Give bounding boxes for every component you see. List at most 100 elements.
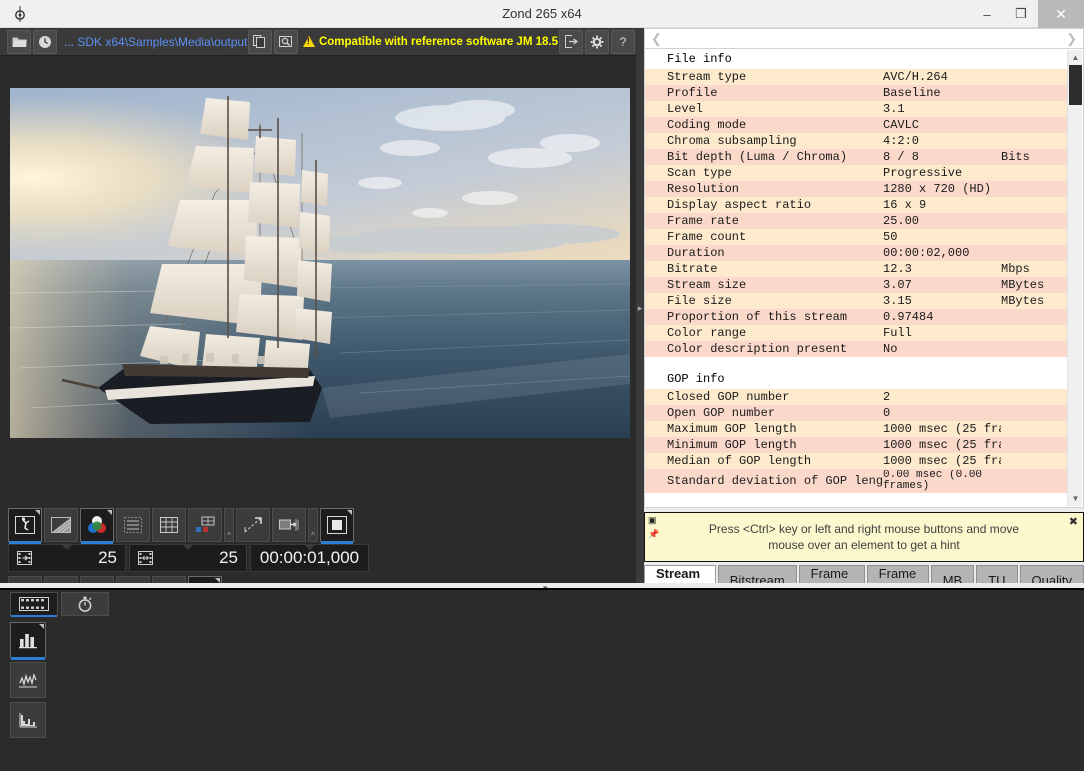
info-row[interactable]: Bitrate12.3Mbps bbox=[645, 261, 1067, 277]
list-view-button[interactable] bbox=[116, 508, 150, 542]
blocks-view-more-button[interactable]: ^ bbox=[224, 508, 234, 542]
magnifier-file-icon[interactable] bbox=[274, 30, 298, 54]
info-row[interactable]: Maximum GOP length1000 msec (25 frames) bbox=[645, 421, 1067, 437]
left-pane: ... SDK x64\Samples\Media\output\output.… bbox=[0, 28, 636, 588]
main-toolbar: ... SDK x64\Samples\Media\output\output.… bbox=[0, 28, 636, 56]
prediction-view-more-button[interactable]: ^ bbox=[308, 508, 318, 542]
scroll-thumb[interactable] bbox=[1069, 65, 1082, 105]
line-chart-mode-button[interactable] bbox=[10, 662, 46, 698]
info-row-value: 2 bbox=[883, 390, 1001, 404]
fullsize-view-button[interactable] bbox=[320, 508, 354, 542]
close-icon[interactable]: ✖ bbox=[1069, 515, 1078, 528]
info-row[interactable]: Color rangeFull bbox=[645, 325, 1067, 341]
info-row[interactable]: Closed GOP number2 bbox=[645, 389, 1067, 405]
info-row-value: 1000 msec (25 frames) bbox=[883, 422, 1001, 436]
info-row[interactable]: Coding modeCAVLC bbox=[645, 117, 1067, 133]
info-row[interactable]: Bit depth (Luma / Chroma)8 / 8Bits bbox=[645, 149, 1067, 165]
info-row[interactable]: Display aspect ratio16 x 9 bbox=[645, 197, 1067, 213]
playback-view-button[interactable] bbox=[8, 508, 42, 542]
timecode-field[interactable]: 00:00:01,000 bbox=[250, 544, 369, 572]
info-row-value: 1000 msec (25 frames) bbox=[883, 454, 1001, 468]
prediction-view-button[interactable] bbox=[272, 508, 306, 542]
corner-marker bbox=[107, 510, 112, 515]
compatibility-status: Compatible with reference software JM 18… bbox=[303, 36, 558, 48]
info-row[interactable]: Level3.1 bbox=[645, 101, 1067, 117]
info-row-value: Full bbox=[883, 326, 1001, 340]
grid-view-button[interactable] bbox=[152, 508, 186, 542]
info-row-key: Coding mode bbox=[645, 118, 883, 132]
info-row[interactable]: Resolution1280 x 720 (HD) bbox=[645, 181, 1067, 197]
info-row-value: AVC/H.264 bbox=[883, 70, 1001, 84]
info-row-key: Bitrate bbox=[645, 262, 883, 276]
copy-icon[interactable] bbox=[248, 30, 272, 54]
folder-open-icon[interactable] bbox=[7, 30, 31, 54]
frame-count-field[interactable]: 25 bbox=[129, 544, 247, 572]
info-row[interactable]: Proportion of this stream0.97484 bbox=[645, 309, 1067, 325]
info-row-key: Proportion of this stream bbox=[645, 310, 883, 324]
frame-number-field[interactable]: 25 bbox=[8, 544, 126, 572]
scroll-down-icon[interactable]: ▼ bbox=[1068, 491, 1083, 506]
info-row[interactable]: Scan typeProgressive bbox=[645, 165, 1067, 181]
chart-mode-toolbar bbox=[10, 622, 46, 738]
info-row[interactable]: Open GOP number0 bbox=[645, 405, 1067, 421]
info-row[interactable]: Stream size3.07MBytes bbox=[645, 277, 1067, 293]
info-row-key: Closed GOP number bbox=[645, 390, 883, 404]
info-row-value: 3.1 bbox=[883, 102, 1001, 116]
close-button[interactable]: ✕ bbox=[1038, 0, 1084, 28]
stream-info-panel[interactable]: File infoStream typeAVC/H.264ProfileBase… bbox=[644, 48, 1084, 508]
time-source-button[interactable] bbox=[61, 592, 109, 616]
info-row[interactable]: File size3.15MBytes bbox=[645, 293, 1067, 309]
info-row-key: File size bbox=[645, 294, 883, 308]
histogram-mode-button[interactable] bbox=[10, 702, 46, 738]
info-row-value: 0.00 msec (0.00 frames) bbox=[883, 470, 1001, 492]
file-path[interactable]: ... SDK x64\Samples\Media\output\output.… bbox=[58, 35, 247, 49]
info-row[interactable]: Frame count50 bbox=[645, 229, 1067, 245]
info-row[interactable]: Frame rate25.00 bbox=[645, 213, 1067, 229]
chevron-left-icon[interactable]: ❮ bbox=[651, 31, 662, 47]
waveform-view-button[interactable] bbox=[44, 508, 78, 542]
export-icon[interactable] bbox=[559, 30, 583, 54]
view-mode-toolbar: ^ ^ bbox=[8, 508, 354, 542]
info-vertical-scrollbar[interactable]: ▲ ▼ bbox=[1067, 50, 1082, 506]
info-section-title: GOP info bbox=[645, 369, 1067, 389]
info-row[interactable]: Median of GOP length1000 msec (25 frames… bbox=[645, 453, 1067, 469]
info-row-value: 00:00:02,000 bbox=[883, 246, 1001, 260]
frames-source-button[interactable] bbox=[10, 592, 58, 616]
info-row-value: 0 bbox=[883, 406, 1001, 420]
bar-chart-mode-button[interactable] bbox=[10, 622, 46, 658]
maximize-button[interactable]: ❐ bbox=[1004, 0, 1038, 28]
clock-icon[interactable] bbox=[33, 30, 57, 54]
chevron-right-icon[interactable]: ❯ bbox=[1066, 31, 1077, 47]
resize-icon[interactable]: ▣ bbox=[648, 515, 657, 526]
frame-range-icon bbox=[138, 551, 153, 565]
section-spacer bbox=[645, 357, 1067, 369]
help-question-icon[interactable]: ? bbox=[611, 30, 635, 54]
info-row[interactable]: ProfileBaseline bbox=[645, 85, 1067, 101]
info-section-title: File info bbox=[645, 49, 1067, 69]
info-row[interactable]: Minimum GOP length1000 msec (25 frames) bbox=[645, 437, 1067, 453]
frame-count-value: 25 bbox=[163, 548, 238, 568]
info-row-value: 12.3 bbox=[883, 262, 1001, 276]
info-row[interactable]: Standard deviation of GOP length0.00 mse… bbox=[645, 469, 1067, 493]
blocks-view-button[interactable] bbox=[188, 508, 222, 542]
frame-goto-icon bbox=[17, 551, 32, 565]
vertical-splitter[interactable]: ▸ bbox=[636, 28, 644, 588]
compatibility-text: Compatible with reference software JM 18… bbox=[319, 36, 558, 48]
scroll-up-icon[interactable]: ▲ bbox=[1068, 50, 1083, 65]
info-row[interactable]: Stream typeAVC/H.264 bbox=[645, 69, 1067, 85]
color-view-button[interactable] bbox=[80, 508, 114, 542]
vectors-view-button[interactable] bbox=[236, 508, 270, 542]
info-row-key: Open GOP number bbox=[645, 406, 883, 420]
pin-icon[interactable]: 📌 bbox=[648, 529, 659, 540]
info-row[interactable]: Duration00:00:02,000 bbox=[645, 245, 1067, 261]
minimize-button[interactable]: – bbox=[970, 0, 1004, 28]
info-row-key: Color description present bbox=[645, 342, 883, 356]
info-row-value: 8 / 8 bbox=[883, 150, 1001, 164]
gear-icon[interactable] bbox=[585, 30, 609, 54]
info-row[interactable]: Chroma subsampling4:2:0 bbox=[645, 133, 1067, 149]
path-text: SDK x64\Samples\Media\output\output.mp4 bbox=[74, 35, 247, 49]
info-row[interactable]: Color description presentNo bbox=[645, 341, 1067, 357]
info-row-unit: MBytes bbox=[1001, 278, 1067, 292]
video-preview[interactable] bbox=[10, 88, 630, 438]
splitter-collapse-icon[interactable]: ▸ bbox=[638, 303, 643, 314]
